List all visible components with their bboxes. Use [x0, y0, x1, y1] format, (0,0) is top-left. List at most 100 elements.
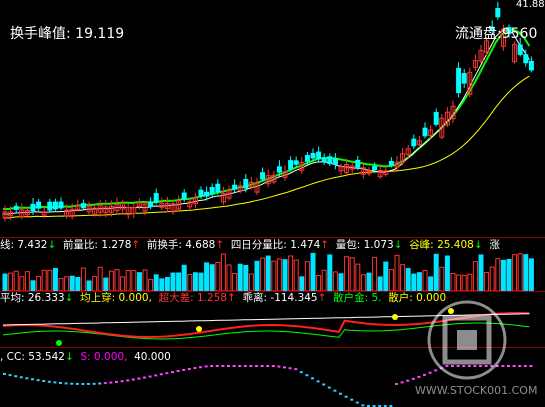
volume-bar	[310, 252, 316, 291]
signal-dot	[392, 314, 398, 320]
candlestick	[276, 166, 282, 173]
volume-bar	[181, 264, 187, 291]
volume-bar	[299, 276, 305, 291]
kd-point	[36, 379, 40, 382]
kd-point	[187, 367, 191, 370]
volume-legend-item: 线: 7.432↓,	[0, 239, 63, 251]
indicator-1-legend-item-text: 散户金: 5.	[333, 292, 382, 304]
volume-bar	[293, 259, 299, 291]
candlestick	[30, 203, 36, 212]
volume-bar	[271, 260, 277, 291]
kd-point	[137, 377, 141, 380]
candlestick	[316, 151, 322, 160]
volume-bar	[220, 253, 226, 291]
candlestick	[355, 159, 361, 168]
volume-panel[interactable]: 线: 7.432↓, 前量比: 1.278↑, 前换手: 4.688↑, 四日分…	[0, 237, 545, 291]
volume-bar	[394, 254, 400, 291]
volume-bar	[260, 257, 266, 291]
volume-bar	[198, 272, 204, 291]
kd-point	[294, 368, 298, 371]
kd-point	[232, 365, 236, 367]
volume-bar	[58, 278, 64, 291]
kd-point	[400, 381, 404, 384]
volume-bar	[344, 256, 350, 291]
volume-legend-arrow: ↑	[320, 239, 330, 251]
volume-bar	[506, 258, 512, 291]
ma-short-line	[3, 28, 530, 215]
volume-bar	[377, 276, 383, 291]
candlestick-chart-panel[interactable]: 换手峰值: 19.119 流通盘:9560 41.88	[0, 0, 545, 237]
volume-bar	[125, 269, 131, 291]
kd-point	[42, 380, 46, 383]
watermark-logo: WWW.STOCK001.COM	[415, 300, 537, 397]
volume-bar	[148, 278, 154, 291]
volume-bar	[254, 260, 260, 291]
volume-bar	[80, 267, 86, 291]
volume-legend-item-text: 前换手: 4.688	[146, 239, 216, 251]
volume-bar	[52, 267, 58, 291]
kd-point	[25, 377, 29, 380]
kd-point	[131, 378, 135, 381]
kd-point	[277, 365, 281, 368]
volume-bar	[192, 272, 198, 291]
volume-bar	[92, 276, 98, 291]
kd-point	[109, 381, 113, 384]
volume-legend-arrow: ↑	[215, 239, 225, 251]
volume-legend-arrow: ↓	[47, 239, 57, 251]
kd-point	[148, 375, 152, 378]
candlestick	[260, 172, 266, 180]
volume-bar	[405, 268, 411, 291]
volume-bar	[517, 253, 523, 291]
float-cap-label: 流通盘:	[455, 26, 502, 42]
indicator-1-legend-item-text: 超大差: 1.258	[158, 292, 228, 304]
volume-bar	[512, 254, 518, 291]
kd-point	[143, 376, 146, 379]
candlestick	[461, 72, 467, 84]
kd-point	[305, 374, 309, 377]
turnover-peak-readout: 换手峰值: 19.119	[10, 26, 124, 42]
volume-bar	[30, 280, 36, 291]
volume-bar	[136, 272, 142, 291]
volume-bar	[484, 272, 490, 291]
candlestick	[517, 44, 523, 55]
volume-bar	[316, 275, 322, 291]
indicator-1-legend-arrow: ↑	[317, 292, 327, 304]
volume-bar	[416, 272, 422, 291]
kd-point	[350, 398, 354, 401]
candlestick	[204, 191, 210, 197]
volume-bar	[8, 272, 14, 291]
candlestick	[215, 183, 221, 193]
candlestick	[310, 152, 316, 159]
volume-bar	[383, 261, 389, 291]
volume-bar	[321, 269, 327, 291]
kd-point	[3, 373, 6, 375]
volume-bar	[439, 266, 445, 291]
volume-bar	[64, 276, 70, 291]
volume-bar	[528, 258, 534, 291]
candlestick	[332, 158, 338, 165]
kd-point	[339, 392, 342, 395]
candlestick	[232, 184, 238, 190]
volume-bar	[108, 270, 114, 291]
volume-legend-arrow: ↓	[393, 239, 403, 251]
volume-bar	[411, 273, 417, 291]
candlestick	[304, 155, 310, 162]
indicator-2-legend-item-text: 40.000	[134, 351, 171, 363]
indicator-2-legend-item: , CC: 53.542↓,	[0, 351, 81, 363]
indicator-1-legend-item: 散户金: 5.,	[333, 292, 389, 304]
float-cap-readout: 流通盘:9560	[455, 26, 537, 42]
indicator-1-legend-arrow: ↑	[227, 292, 236, 304]
kd-point	[75, 382, 79, 385]
candlestick	[52, 201, 58, 210]
kd-point	[70, 382, 74, 385]
candlestick	[198, 189, 204, 197]
indicator-1-legend-item: 平均: 26.333↓,	[0, 292, 81, 304]
volume-legend-item: 四日分量比: 1.474↑,	[230, 239, 336, 251]
indicator-1-legend-item: 乖离: -114.345↑,	[242, 292, 334, 304]
candlestick	[181, 192, 187, 200]
ma-long-line	[3, 75, 530, 219]
volume-bar	[97, 266, 103, 291]
volume-legend-arrow: ↓	[473, 239, 483, 251]
volume-bar	[288, 255, 294, 291]
volume-legend-item: 前量比: 1.278↑,	[62, 239, 147, 251]
